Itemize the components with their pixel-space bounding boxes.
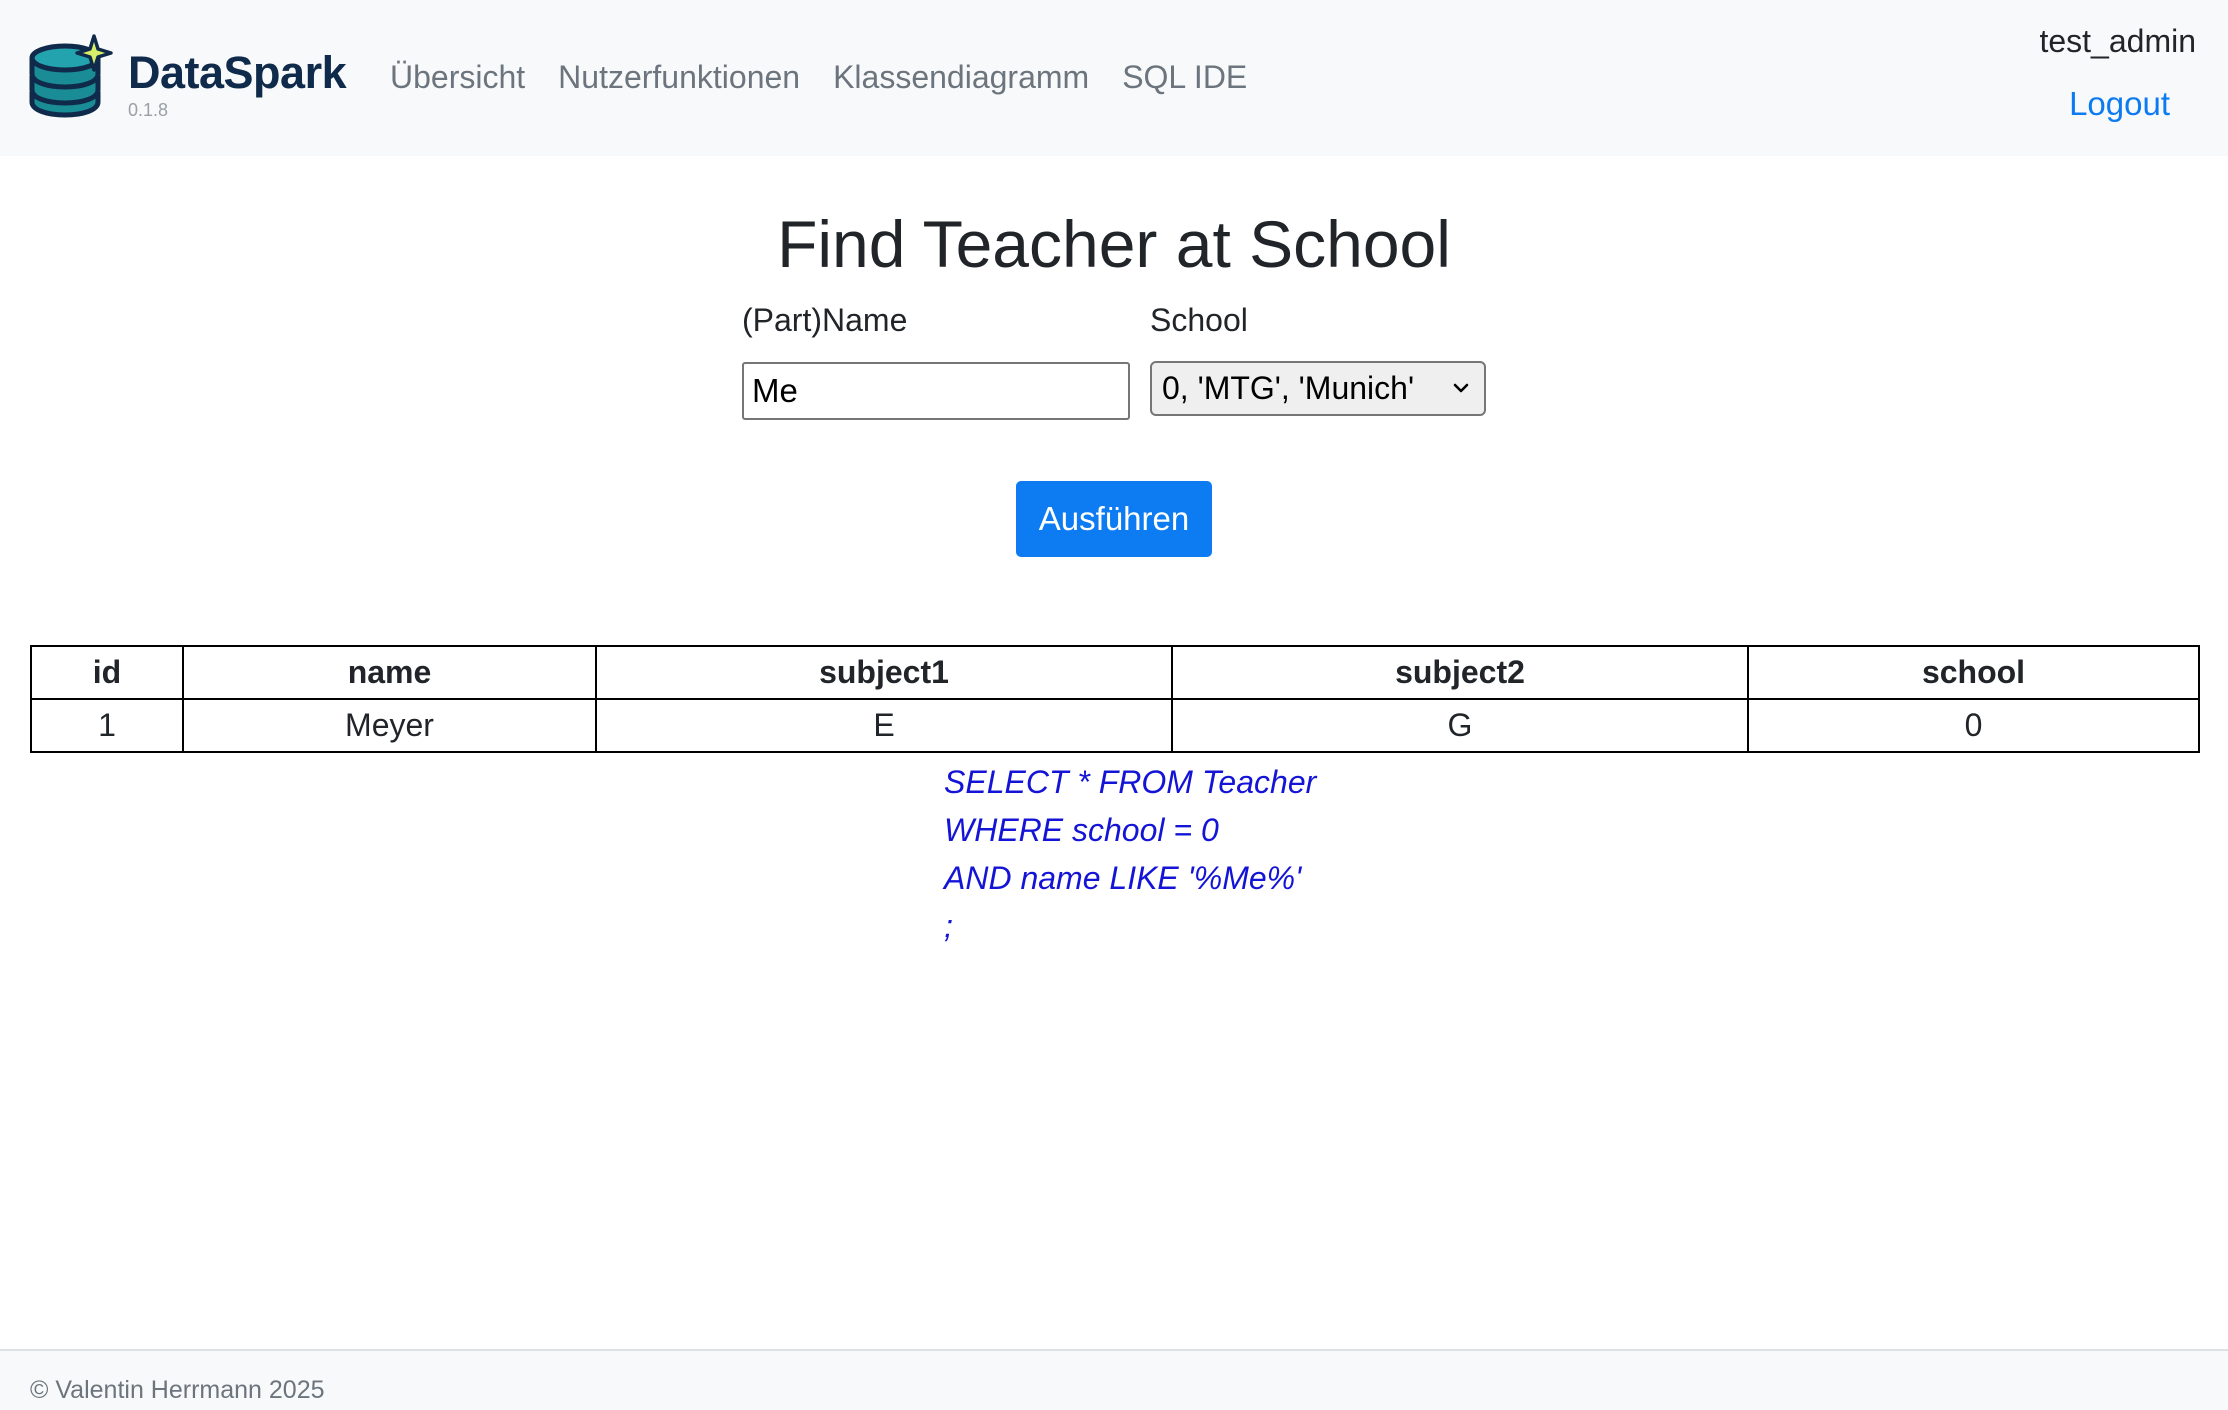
name-label: (Part)Name xyxy=(742,302,908,338)
school-label: School xyxy=(1150,302,1248,338)
navbar: DataSpark 0.1.8 Übersicht Nutzerfunktion… xyxy=(0,0,2228,156)
run-button[interactable]: Ausführen xyxy=(1016,481,1212,557)
column-header-subject2: subject2 xyxy=(1171,645,1749,700)
cell-subject2: G xyxy=(1171,698,1749,753)
sql-line: SELECT * FROM Teacher xyxy=(944,764,1317,800)
cell-subject1: E xyxy=(595,698,1173,753)
nav-link-nutzerfunktionen[interactable]: Nutzerfunktionen xyxy=(558,58,800,96)
app-version: 0.1.8 xyxy=(128,100,169,120)
cell-name: Meyer xyxy=(182,698,597,753)
nav-link-klassendiagramm[interactable]: Klassendiagramm xyxy=(833,58,1089,96)
table-row: 1 Meyer E G 0 xyxy=(30,698,2200,753)
sql-query: SELECT * FROM Teacher WHERE school = 0 A… xyxy=(944,758,1316,950)
sql-line: WHERE school = 0 xyxy=(944,812,1219,848)
sql-line: AND name LIKE '%Me%' xyxy=(944,860,1302,896)
database-sparkle-icon[interactable] xyxy=(28,34,114,120)
nav-link-sql-ide[interactable]: SQL IDE xyxy=(1122,58,1247,96)
cell-id: 1 xyxy=(30,698,184,753)
footer: © Valentin Herrmann 2025 xyxy=(0,1349,2228,1410)
brand-name[interactable]: DataSpark xyxy=(128,50,347,95)
cell-school: 0 xyxy=(1747,698,2200,753)
result-table: id name subject1 subject2 school 1 Meyer… xyxy=(30,645,2200,753)
nav-link-uebersicht[interactable]: Übersicht xyxy=(390,58,525,96)
school-select[interactable]: 0, 'MTG', 'Munich' xyxy=(1150,361,1486,416)
column-header-name: name xyxy=(182,645,597,700)
sql-line: ; xyxy=(944,908,953,944)
school-select-value: 0, 'MTG', 'Munich' xyxy=(1162,370,1415,406)
current-user: test_admin xyxy=(2039,23,2196,59)
logout-link[interactable]: Logout xyxy=(2069,84,2170,124)
nav-links: Übersicht Nutzerfunktionen Klassendiagra… xyxy=(390,58,1247,96)
table-header-row: id name subject1 subject2 school xyxy=(30,645,2200,700)
column-header-school: school xyxy=(1747,645,2200,700)
page-title: Find Teacher at School xyxy=(777,207,1451,281)
column-header-id: id xyxy=(30,645,184,700)
footer-copyright: © Valentin Herrmann 2025 xyxy=(30,1376,325,1404)
chevron-down-icon xyxy=(1453,383,1469,393)
name-input[interactable] xyxy=(742,362,1130,420)
column-header-subject1: subject1 xyxy=(595,645,1173,700)
